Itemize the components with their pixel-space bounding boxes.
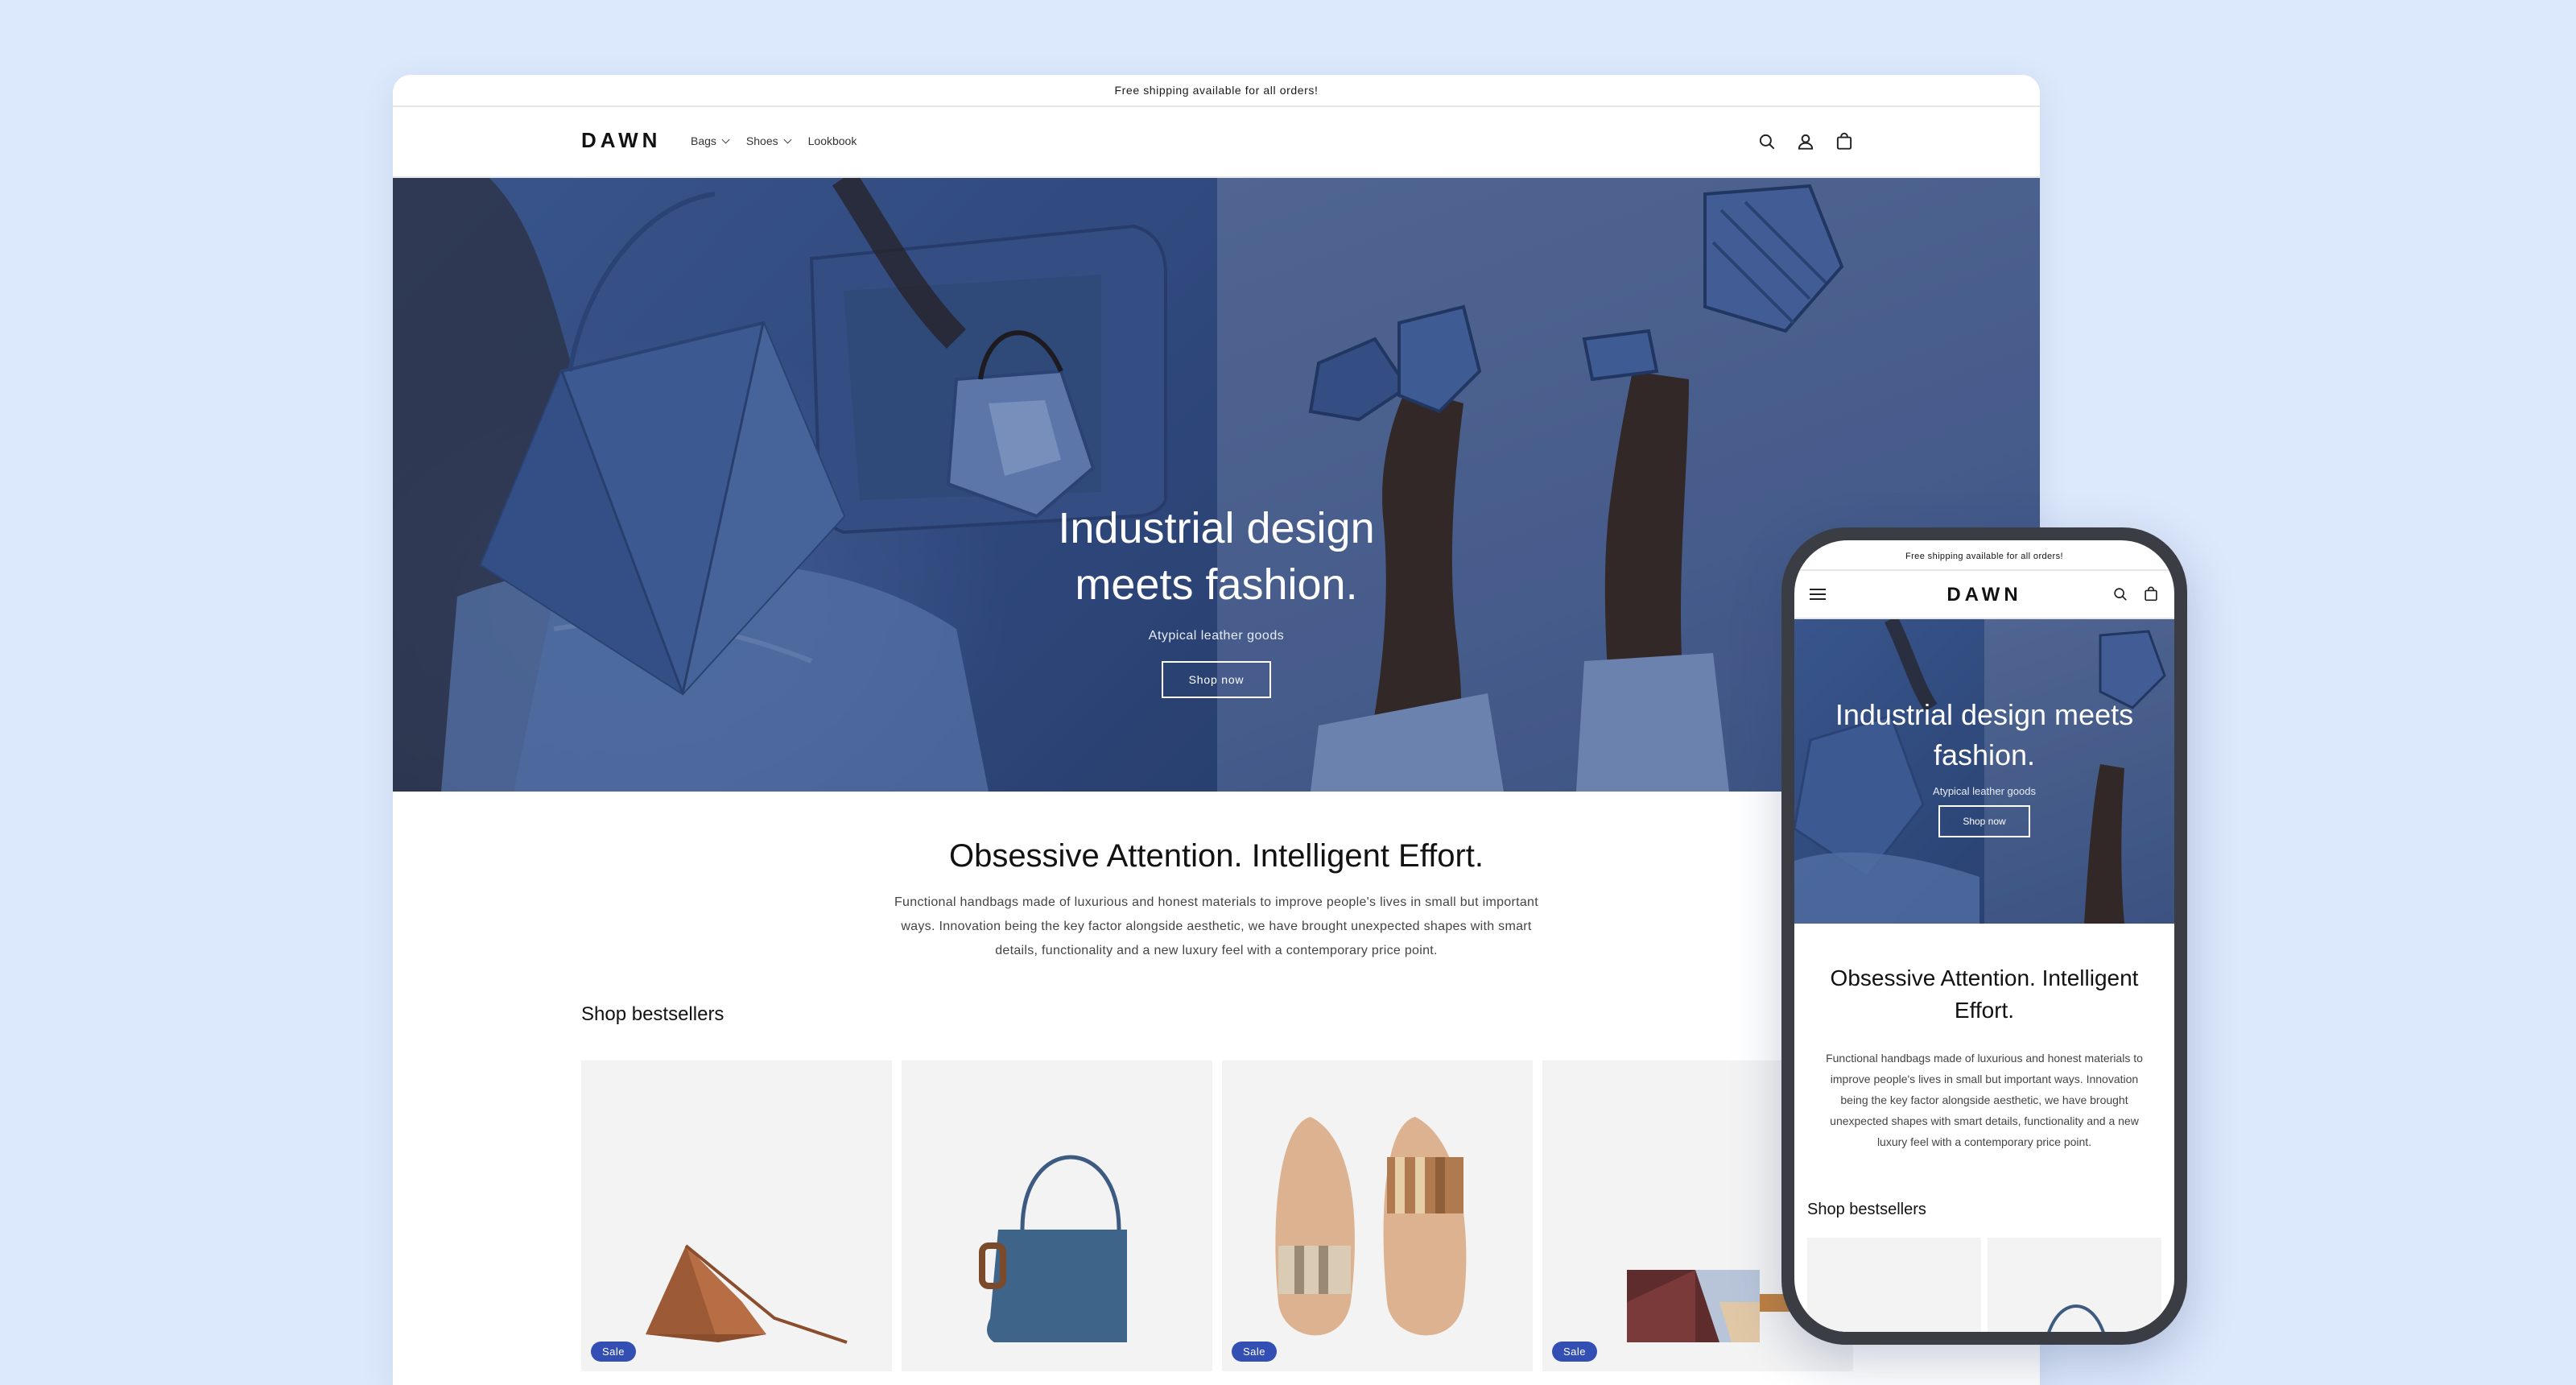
mobile-announcement-bar: Free shipping available for all orders! [1794,540,2174,571]
header-icons [1757,131,1855,152]
shop-now-button[interactable]: Shop now [1161,661,1272,698]
cart-icon[interactable] [1834,131,1855,152]
store-logo[interactable]: DAWN [581,128,661,153]
search-icon[interactable] [2112,585,2129,603]
search-icon[interactable] [1757,131,1777,152]
mobile-header-icons [2112,585,2160,603]
hero-title: Industrial design meets fashion. [1058,504,1375,609]
blue-shoulder-bag-image [979,1155,1127,1342]
mobile-hero-banner: Industrial design meets fashion. Atypica… [1794,619,2174,924]
mobile-hero-subtitle: Atypical leather goods [1933,785,2036,797]
chevron-down-icon [721,135,730,143]
sale-badge: Sale [1552,1342,1598,1362]
mobile-rich-text-section: Obsessive Attention. Intelligent Effort.… [1794,924,2174,1152]
mobile-rich-text-title: Obsessive Attention. Intelligent Effort. [1830,965,2139,1023]
mobile-product-card[interactable] [1988,1238,2161,1332]
product-card[interactable]: Sale [1222,1060,1533,1371]
sale-badge: Sale [1232,1342,1278,1362]
mobile-rich-text-body: Functional handbags made of luxurious an… [1826,1052,2143,1148]
product-card[interactable] [902,1060,1212,1371]
triangular-crossbody-bag-image [646,1244,848,1344]
product-card[interactable]: Sale [581,1060,892,1371]
nav-item-bags[interactable]: Bags [691,134,730,147]
sale-badge: Sale [591,1342,637,1362]
rich-text-body: Functional handbags made of luxurious an… [894,895,1538,957]
mobile-product-grid [1807,1238,2161,1332]
chevron-down-icon [783,135,792,143]
phone-screen: Free shipping available for all orders! … [1794,540,2174,1332]
cart-icon[interactable] [2142,585,2160,603]
mobile-phone-mockup: Free shipping available for all orders! … [1781,527,2187,1345]
nav-item-shoes[interactable]: Shoes [745,134,792,147]
site-header: DAWN Bags Shoes Lookbook [393,107,2040,178]
main-navigation: Bags Shoes Lookbook [691,134,857,147]
bestsellers-title: Shop bestsellers [581,1003,724,1025]
nav-item-label: Bags [691,134,716,147]
announcement-bar: Free shipping available for all orders! [393,75,2040,107]
nav-item-label: Lookbook [807,134,857,147]
product-grid: Sale Sale Sale [581,1060,1853,1371]
nav-item-label: Shoes [745,134,778,147]
mobile-hero-content: Industrial design meets fashion. Atypica… [1794,695,2174,837]
mobile-bestsellers-title: Shop bestsellers [1807,1201,1926,1218]
mobile-shop-now-button[interactable]: Shop now [1938,805,2030,837]
account-icon[interactable] [1795,131,1816,152]
mobile-product-card[interactable] [1807,1238,1981,1332]
mobile-bag-handle-image [2047,1304,2105,1332]
nav-item-lookbook[interactable]: Lookbook [808,134,857,147]
mobile-header: DAWN [1794,571,2174,619]
pleated-slide-sandals-image [1275,1117,1467,1336]
mobile-hero-title: Industrial design meets fashion. [1835,698,2134,771]
